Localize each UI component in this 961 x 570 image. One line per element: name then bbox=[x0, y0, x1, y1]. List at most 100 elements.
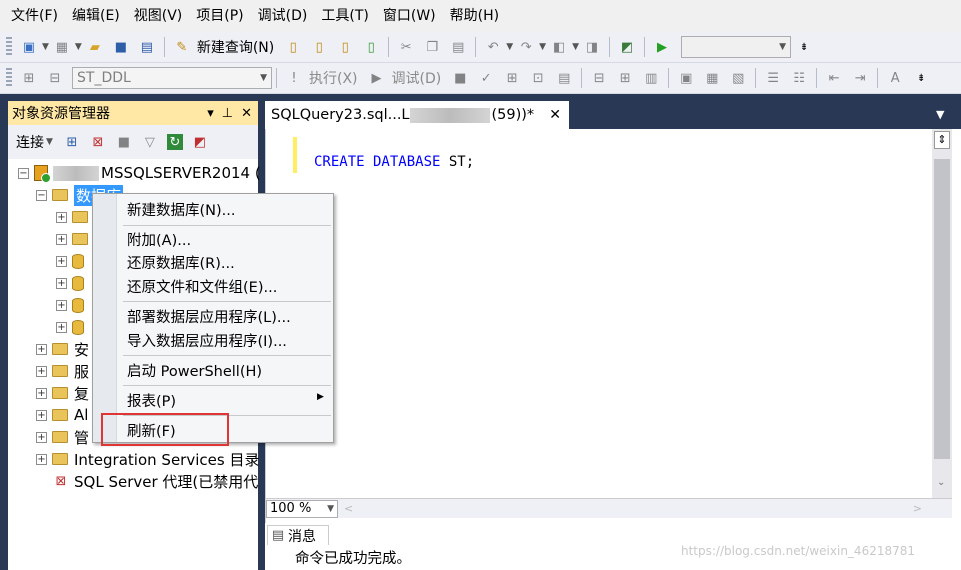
tree-item[interactable]: + bbox=[56, 206, 94, 228]
comment-icon[interactable]: ☰ bbox=[764, 69, 782, 87]
pin-icon[interactable]: ⊥ bbox=[222, 106, 233, 121]
menu-help[interactable]: 帮助(H) bbox=[443, 0, 506, 32]
expand-icon[interactable]: + bbox=[56, 233, 67, 245]
estimated-plan-icon[interactable]: ⊞ bbox=[503, 69, 521, 87]
chevron-down-icon[interactable]: ▼ bbox=[42, 42, 49, 52]
tree-item-alwayson[interactable]: + Al bbox=[36, 404, 88, 426]
specify-values-icon[interactable]: ▤ bbox=[555, 69, 573, 87]
open-folder-icon[interactable]: ▰ bbox=[86, 38, 104, 56]
split-icon[interactable]: ⇕ bbox=[934, 131, 950, 149]
menu-debug[interactable]: 调试(D) bbox=[251, 0, 315, 32]
save-icon[interactable]: ■ bbox=[112, 38, 130, 56]
chevron-down-icon[interactable]: ▼ bbox=[46, 137, 53, 147]
menu-item-start-powershell[interactable]: 启动 PowerShell(H) bbox=[127, 360, 262, 381]
menu-item-restore-files[interactable]: 还原文件和文件组(E)... bbox=[127, 276, 277, 297]
toolbar-grip[interactable] bbox=[6, 68, 12, 88]
query-editor[interactable]: CREATE DATABASE ST; ⇕ ⌄ 100 % ▼ < > bbox=[265, 129, 961, 523]
tree-item-sql-agent[interactable]: ⊠ SQL Server 代理(已禁用代 bbox=[52, 470, 259, 492]
expand-icon[interactable]: + bbox=[36, 409, 47, 421]
results-to-text-icon[interactable]: ▣ bbox=[677, 69, 695, 87]
analysis-query-icon[interactable]: ▯ bbox=[310, 38, 328, 56]
chevron-down-icon[interactable]: ▼ bbox=[75, 42, 82, 52]
chevron-down-icon[interactable]: ▼ bbox=[506, 42, 513, 52]
paste-icon[interactable]: ▤ bbox=[449, 38, 467, 56]
parse-icon[interactable]: ✓ bbox=[477, 69, 495, 87]
scroll-down-icon[interactable]: ⌄ bbox=[937, 477, 945, 488]
chevron-down-icon[interactable]: ▼ bbox=[539, 42, 546, 52]
query-designer-icon[interactable]: ⊡ bbox=[529, 69, 547, 87]
navigate-back-icon[interactable]: ◧ bbox=[550, 38, 568, 56]
menu-item-new-database[interactable]: 新建数据库(N)... bbox=[127, 199, 236, 220]
toolbar-grip[interactable] bbox=[6, 37, 12, 57]
expand-icon[interactable]: + bbox=[36, 453, 47, 465]
execute-icon[interactable]: ! bbox=[285, 69, 303, 87]
tab-list-dropdown-icon[interactable]: ▼ bbox=[936, 108, 944, 121]
tree-item[interactable]: + bbox=[56, 250, 90, 272]
tree-item-security[interactable]: + 安 bbox=[36, 338, 89, 360]
new-project-icon[interactable]: ▣ bbox=[20, 38, 38, 56]
expand-icon[interactable]: + bbox=[56, 277, 67, 289]
menu-item-attach[interactable]: 附加(A)... bbox=[127, 229, 191, 250]
tree-item[interactable]: + bbox=[56, 294, 90, 316]
tree-item[interactable]: + bbox=[56, 316, 90, 338]
tree-item-server-objects[interactable]: + 服 bbox=[36, 360, 89, 382]
collapse-icon[interactable]: − bbox=[18, 167, 29, 179]
connect-button[interactable]: 连接 bbox=[16, 132, 44, 152]
cut-icon[interactable]: ✂ bbox=[397, 38, 415, 56]
menu-window[interactable]: 窗口(W) bbox=[376, 0, 443, 32]
tree-item[interactable]: + bbox=[56, 272, 90, 294]
sql-code[interactable]: CREATE DATABASE ST; bbox=[314, 154, 474, 170]
tab-messages[interactable]: ▤ 消息 bbox=[267, 525, 329, 545]
database-engine-query-icon[interactable]: ▯ bbox=[284, 38, 302, 56]
copy-icon[interactable]: ❐ bbox=[423, 38, 441, 56]
chevron-down-icon[interactable]: ▼ bbox=[572, 42, 579, 52]
tree-item[interactable]: + bbox=[56, 228, 94, 250]
live-stats-icon[interactable]: ⊞ bbox=[616, 69, 634, 87]
zoom-combo[interactable]: 100 % ▼ bbox=[266, 499, 338, 518]
redo-icon[interactable]: ↷ bbox=[517, 38, 535, 56]
debug-button[interactable]: 调试(D) bbox=[392, 68, 442, 88]
expand-icon[interactable]: + bbox=[56, 255, 67, 267]
menu-edit[interactable]: 编辑(E) bbox=[65, 0, 127, 32]
connect-icon[interactable]: ⊞ bbox=[20, 69, 38, 87]
stop-icon[interactable]: ■ bbox=[115, 133, 133, 151]
undo-icon[interactable]: ↶ bbox=[484, 38, 502, 56]
expand-icon[interactable]: + bbox=[36, 365, 47, 377]
menu-item-import-data-tier[interactable]: 导入数据层应用程序(I)... bbox=[127, 330, 287, 351]
scrollbar-thumb[interactable] bbox=[934, 159, 950, 459]
menu-item-deploy-data-tier[interactable]: 部署数据层应用程序(L)... bbox=[127, 306, 291, 327]
activity-monitor-icon[interactable]: ◩ bbox=[191, 133, 209, 151]
dax-query-icon[interactable]: ▯ bbox=[362, 38, 380, 56]
menu-view[interactable]: 视图(V) bbox=[127, 0, 190, 32]
toolbar-overflow-icon[interactable]: ⇟ bbox=[795, 38, 813, 56]
menu-item-restore-database[interactable]: 还原数据库(R)... bbox=[127, 252, 235, 273]
uncomment-icon[interactable]: ☷ bbox=[790, 69, 808, 87]
expand-icon[interactable]: + bbox=[36, 431, 47, 443]
client-stats-icon[interactable]: ▥ bbox=[642, 69, 660, 87]
debug-icon[interactable]: ▶ bbox=[368, 69, 386, 87]
server-node[interactable]: − MSSQLSERVER2014 ( bbox=[18, 162, 261, 184]
scroll-left-icon[interactable]: < bbox=[344, 502, 353, 515]
toolbar-overflow-icon[interactable]: ⇟ bbox=[912, 69, 930, 87]
xmla-query-icon[interactable]: ▯ bbox=[336, 38, 354, 56]
new-query-icon[interactable]: ✎ bbox=[173, 38, 191, 56]
tree-item-integration-services[interactable]: + Integration Services 目录 bbox=[36, 448, 259, 470]
vertical-scrollbar[interactable]: ⇕ ⌄ bbox=[932, 129, 952, 501]
tab-sqlquery23[interactable]: SQLQuery23.sql...L (59))* ✕ bbox=[265, 101, 569, 129]
solution-config-combo[interactable]: ▼ bbox=[681, 36, 792, 58]
menu-project[interactable]: 项目(P) bbox=[189, 0, 250, 32]
connect-server-icon[interactable]: ⊞ bbox=[63, 133, 81, 151]
results-to-grid-icon[interactable]: ▦ bbox=[703, 69, 721, 87]
specify-template-icon[interactable]: A bbox=[886, 69, 904, 87]
increase-indent-icon[interactable]: ⇥ bbox=[851, 69, 869, 87]
collapse-icon[interactable]: − bbox=[36, 189, 47, 201]
results-to-file-icon[interactable]: ▧ bbox=[729, 69, 747, 87]
menu-file[interactable]: 文件(F) bbox=[4, 0, 65, 32]
navigate-forward-icon[interactable]: ◨ bbox=[583, 38, 601, 56]
expand-icon[interactable]: + bbox=[56, 299, 67, 311]
expand-icon[interactable]: + bbox=[56, 321, 67, 333]
tree-item-replication[interactable]: + 复 bbox=[36, 382, 89, 404]
execute-button[interactable]: 执行(X) bbox=[309, 68, 358, 88]
menu-item-reports[interactable]: 报表(P) bbox=[127, 390, 176, 411]
decrease-indent-icon[interactable]: ⇤ bbox=[825, 69, 843, 87]
